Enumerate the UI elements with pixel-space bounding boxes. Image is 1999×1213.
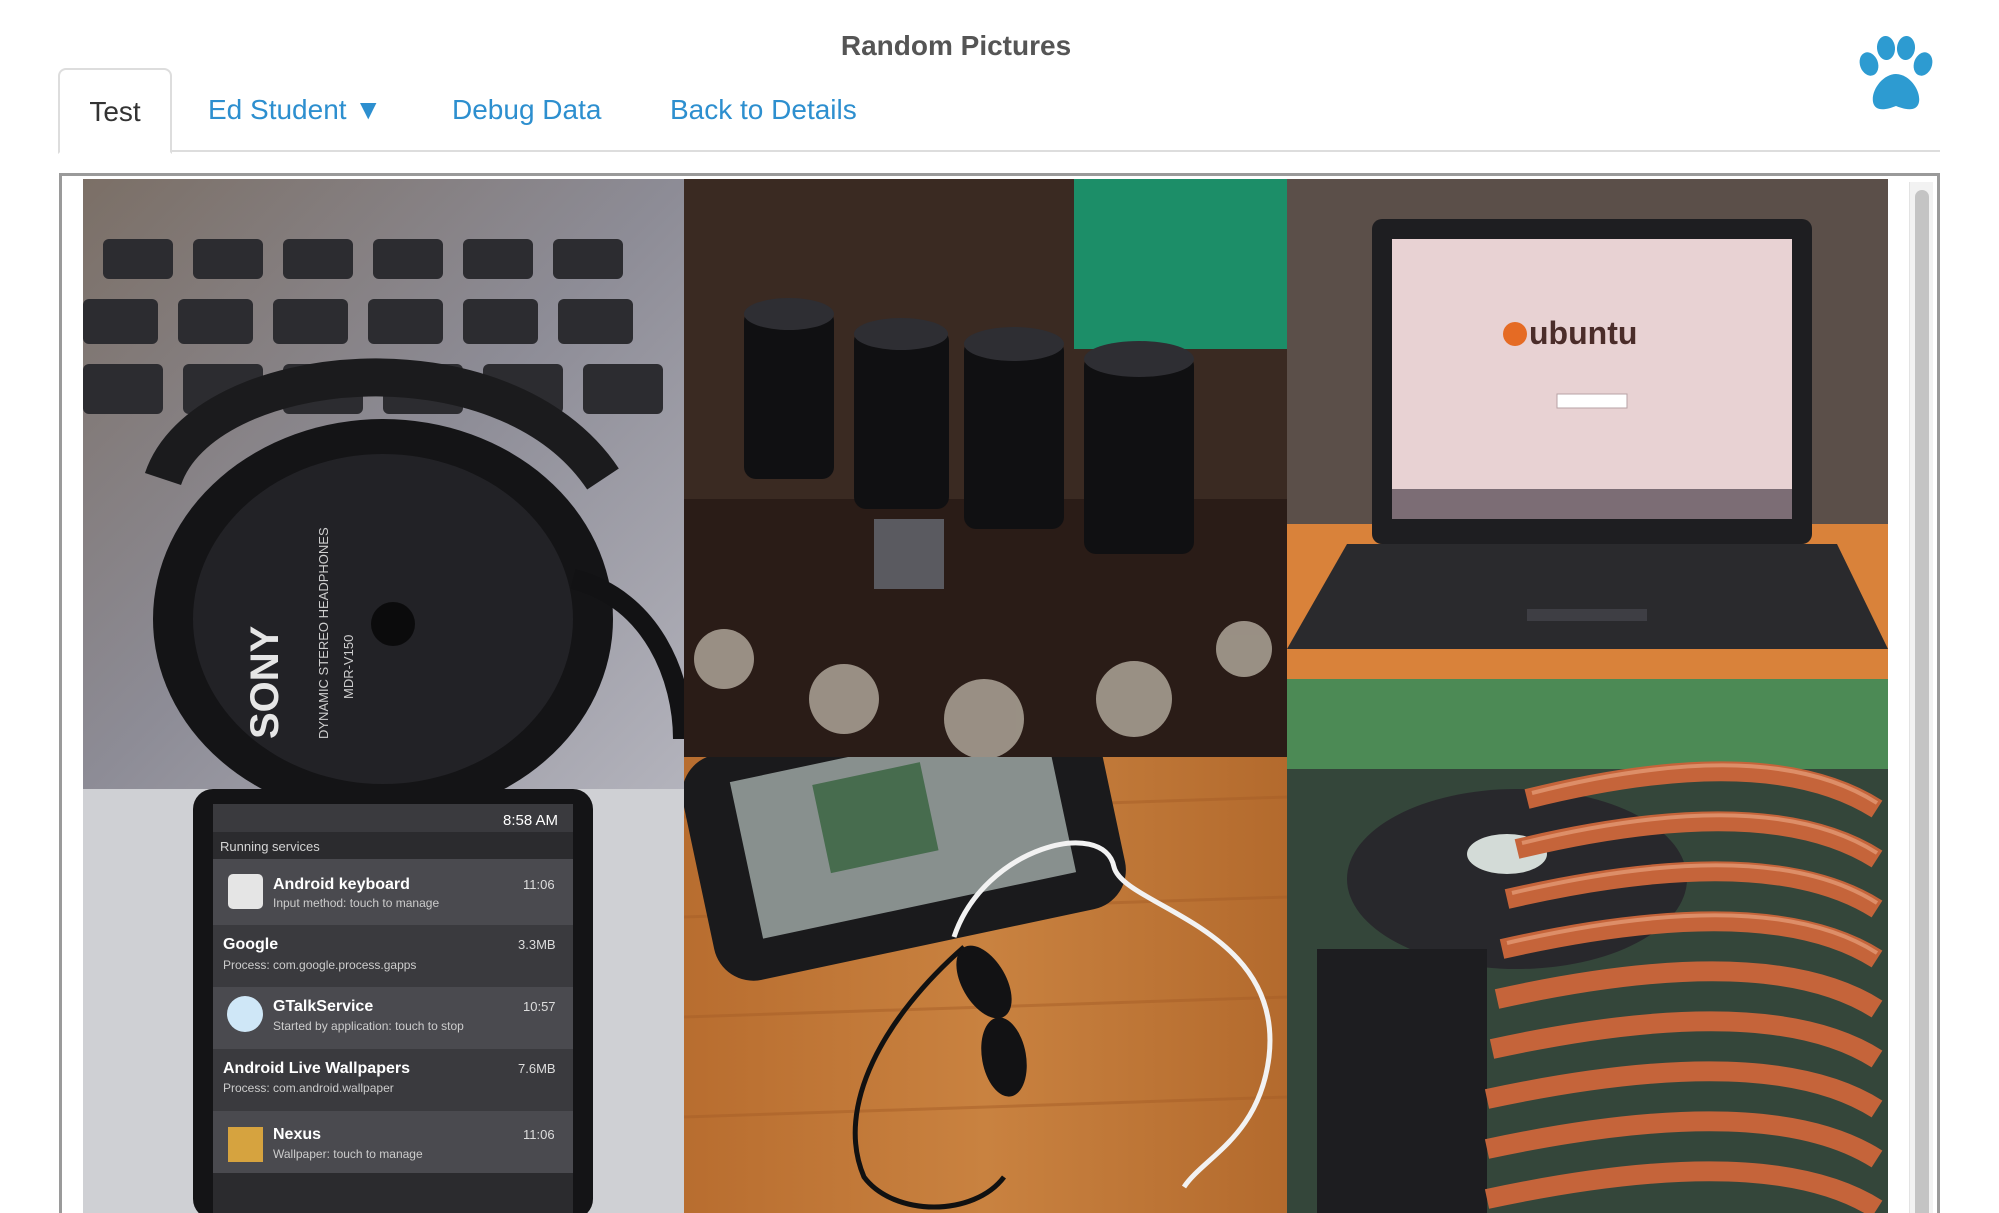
service-4-right: 7.6MB bbox=[518, 1061, 556, 1076]
page-title: Random Pictures bbox=[840, 30, 1072, 61]
android-phone-photo: 8:58 AM Running services Android keyboar… bbox=[83, 789, 684, 1213]
service-5-right: 11:06 bbox=[523, 1127, 555, 1142]
status-time-text: 8:58 AM bbox=[503, 812, 558, 829]
ubuntu-logo-text: ubuntu bbox=[1529, 315, 1637, 351]
laptop-photo: ubuntu bbox=[1287, 179, 1888, 679]
tab-back-to-details[interactable]: Back to Details bbox=[670, 68, 857, 152]
service-4-subtitle: Process: com.android.wallpaper bbox=[223, 1081, 394, 1095]
headphones-brand-text: SONY bbox=[243, 625, 287, 739]
service-5-subtitle: Wallpaper: touch to manage bbox=[273, 1147, 423, 1161]
tab-test[interactable]: Test bbox=[58, 68, 172, 154]
service-2-subtitle: Process: com.google.process.gapps bbox=[223, 958, 416, 972]
service-3-right: 10:57 bbox=[523, 999, 556, 1014]
tab-ed-student[interactable]: Ed Student ▼ bbox=[208, 68, 382, 152]
headphones-photo: SONY DYNAMIC STEREO HEADPHONES MDR-V150 bbox=[83, 179, 684, 789]
scrollbar-thumb[interactable] bbox=[1915, 190, 1929, 1213]
service-1-title: Android keyboard bbox=[273, 876, 410, 893]
copper-coil-photo bbox=[1287, 679, 1888, 1213]
headphones-line1-text: DYNAMIC STEREO HEADPHONES bbox=[316, 527, 331, 739]
service-4-title: Android Live Wallpapers bbox=[223, 1060, 410, 1077]
service-1-right: 11:06 bbox=[523, 877, 555, 892]
service-3-title: GTalkService bbox=[273, 998, 373, 1015]
service-5-title: Nexus bbox=[273, 1126, 321, 1143]
service-3-subtitle: Started by application: touch to stop bbox=[273, 1019, 464, 1033]
service-2-title: Google bbox=[223, 936, 278, 953]
scrollbar-track[interactable] bbox=[1909, 182, 1933, 1213]
picture-frame[interactable]: SONY DYNAMIC STEREO HEADPHONES MDR-V150 bbox=[59, 173, 1940, 1213]
service-2-right: 3.3MB bbox=[518, 937, 556, 952]
running-services-header: Running services bbox=[220, 839, 320, 854]
service-1-subtitle: Input method: touch to manage bbox=[273, 896, 439, 910]
headphones-line2-text: MDR-V150 bbox=[341, 635, 356, 699]
tab-bar: Test Ed Student ▼ Debug Data Back to Det… bbox=[58, 68, 1940, 154]
iphone-earbuds-photo bbox=[684, 757, 1287, 1213]
circuit-board-photo bbox=[684, 179, 1287, 757]
tab-debug-data[interactable]: Debug Data bbox=[452, 68, 601, 152]
